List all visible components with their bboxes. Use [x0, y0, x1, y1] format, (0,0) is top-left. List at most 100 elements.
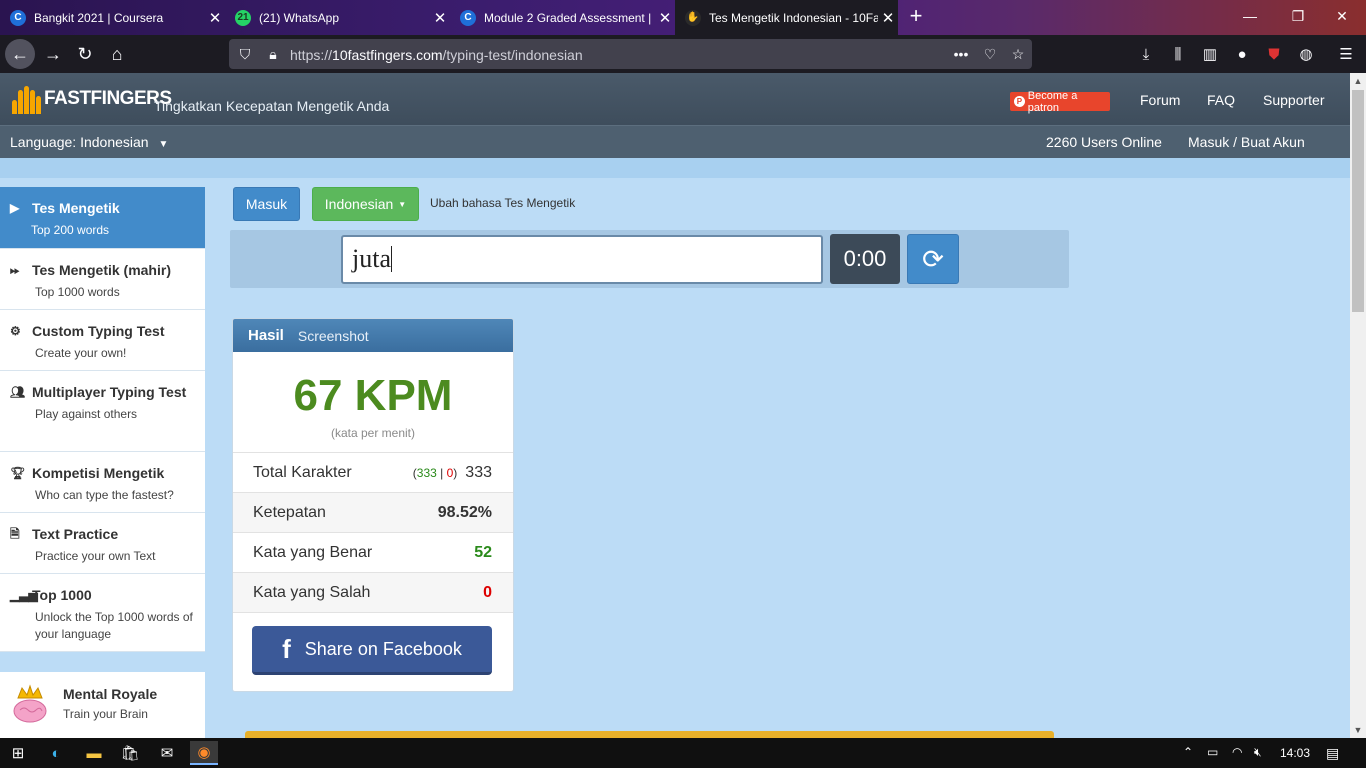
close-window-icon[interactable]: ✕ [1318, 0, 1366, 32]
refresh-icon: ⟳ [922, 243, 944, 274]
table-row: Ketepatan 98.52% [233, 493, 513, 533]
reload-icon[interactable]: ↻ [70, 39, 100, 69]
scroll-down-icon[interactable]: ▼ [1350, 722, 1366, 738]
mail-icon[interactable]: ✉ [153, 741, 181, 765]
login-link[interactable]: Masuk / Buat Akun [1188, 134, 1305, 150]
document-icon: 🗎︎ [10, 527, 20, 541]
text-caret [391, 246, 392, 272]
minimize-icon[interactable]: — [1226, 0, 1274, 32]
play-icon: ▶ [10, 201, 20, 215]
brain-crown-icon [13, 684, 47, 723]
sidebar-item-tes-mengetik[interactable]: ▶ Tes Mengetik Top 200 words [0, 187, 205, 249]
tab-screenshot[interactable]: Screenshot [298, 328, 369, 344]
share-facebook-button[interactable]: f Share on Facebook [252, 626, 492, 675]
tab-module2[interactable]: C Module 2 Graded Assessment | ✕ [450, 0, 675, 35]
nav-supporter[interactable]: Supporter [1263, 92, 1324, 108]
keystroke-breakdown: (333 | 0) [412, 465, 458, 480]
windows-start-icon[interactable]: ⊞ [4, 741, 32, 765]
logo-text: FASTFINGERS [44, 88, 172, 109]
download-icon[interactable]: ⤓ [1135, 43, 1157, 65]
home-icon[interactable]: ⌂ [102, 39, 132, 69]
sub-header: Language: Indonesian ▼ 2260 Users Online… [0, 125, 1350, 158]
shield-icon[interactable]: ⛉ [235, 44, 255, 64]
become-patron-button[interactable]: P Become a patron [1010, 90, 1110, 114]
users-icon: 👥︎ [10, 385, 26, 399]
sidebar: ▶ Tes Mengetik Top 200 words ⏩︎ Tes Menget… [0, 187, 205, 652]
file-explorer-icon[interactable]: ▬ [80, 741, 108, 765]
page-scrollbar[interactable]: ▲ ▼ [1350, 73, 1366, 738]
new-tab-icon[interactable]: + [904, 5, 928, 29]
pocket-icon[interactable]: ♡ [980, 44, 1000, 64]
hand-logo-icon [10, 80, 42, 118]
notification-icon[interactable]: ▤ [1326, 745, 1339, 762]
volume-icon[interactable]: 🔇︎ [1254, 745, 1262, 760]
tab-title: Bangkit 2021 | Coursera [34, 10, 164, 25]
sidebar-item-text-practice[interactable]: 🗎︎ Text Practice Practice your own Text [0, 513, 205, 574]
close-tab-icon[interactable]: ✕ [430, 9, 450, 27]
sidebar-item-top-1000[interactable]: ▁▃▅ Top 1000 Unlock the Top 1000 words of… [0, 574, 205, 652]
back-icon[interactable]: ← [5, 39, 35, 69]
tab-title: Tes Mengetik Indonesian - 10Fa [709, 10, 878, 25]
gears-icon: ⚙ [10, 324, 21, 338]
patreon-icon: P [1014, 96, 1025, 107]
battery-icon[interactable]: ▭ [1207, 745, 1218, 759]
forward-icon[interactable]: → [38, 39, 68, 69]
url-text: https://10fastfingers.com/typing-test/in… [290, 47, 583, 63]
fast-forward-icon: ⏩︎ [10, 263, 20, 277]
wifi-icon[interactable]: ◠ [1232, 745, 1242, 759]
language-dropdown-button[interactable]: Indonesian ▼ [312, 187, 419, 221]
browser-toolbar: ← → ↻ ⌂ ⛉ 🔒︎ https://10fastfingers.com/t… [0, 35, 1366, 73]
sidebar-item-kompetisi[interactable]: 🏆︎ Kompetisi Mengetik Who can type the fa… [0, 452, 205, 513]
mental-royale-promo[interactable]: Mental Royale Train your Brain [0, 672, 205, 742]
timer: 0:00 [830, 234, 900, 284]
nav-forum[interactable]: Forum [1140, 92, 1180, 108]
table-row: Total Karakter (333 | 0) 333 [233, 453, 513, 493]
account-icon[interactable]: ● [1231, 43, 1253, 65]
edge-icon[interactable]: ◐ [42, 741, 70, 765]
tab-whatsapp[interactable]: 21 (21) WhatsApp ✕ [225, 0, 450, 35]
restart-button[interactable]: ⟳ [907, 234, 959, 284]
sidebar-item-multiplayer[interactable]: 👥︎ Multiplayer Typing Test Play against o… [0, 371, 205, 452]
logo[interactable]: FASTFINGERS [10, 79, 172, 119]
bookmark-star-icon[interactable]: ☆ [1008, 44, 1028, 64]
sidebar-icon[interactable]: ▥ [1199, 43, 1221, 65]
sidebar-item-custom-test[interactable]: ⚙ Custom Typing Test Create your own! [0, 310, 205, 371]
tab-10fastfingers[interactable]: ✋ Tes Mengetik Indonesian - 10Fa ✕ [675, 0, 898, 35]
restore-icon[interactable]: ❐ [1274, 0, 1322, 32]
promo-sub: Train your Brain [63, 707, 148, 721]
clock[interactable]: 14:03 [1280, 746, 1310, 760]
close-tab-icon[interactable]: ✕ [205, 9, 225, 27]
login-button[interactable]: Masuk [233, 187, 300, 221]
ublock-icon[interactable]: ⛊ [1263, 43, 1285, 65]
windows-taskbar: ⊞ ◐ ▬ 🛍︎ ✉ ◉ ⌃ ▭ ◠ 🔇︎ 14:03 ▤ [0, 738, 1366, 768]
scroll-thumb[interactable] [1352, 90, 1364, 312]
more-actions-icon[interactable]: ••• [951, 44, 971, 64]
scroll-up-icon[interactable]: ▲ [1350, 73, 1366, 89]
tab-hasil[interactable]: Hasil [248, 327, 284, 344]
tab-title: (21) WhatsApp [259, 10, 340, 25]
store-icon[interactable]: 🛍︎ [116, 741, 144, 765]
lock-icon[interactable]: 🔒︎ [263, 44, 283, 64]
menu-icon[interactable]: ☰ [1335, 43, 1357, 65]
nav-faq[interactable]: FAQ [1207, 92, 1235, 108]
chevron-down-icon: ▼ [158, 139, 169, 150]
users-online: 2260 Users Online [1046, 134, 1162, 150]
firefox-icon[interactable]: ◉ [190, 741, 218, 765]
tagline: Tingkatkan Kecepatan Mengetik Anda [154, 98, 390, 114]
tab-coursera[interactable]: C Bangkit 2021 | Coursera ✕ [0, 0, 225, 35]
table-row: Kata yang Salah 0 [233, 573, 513, 613]
header-stripe [0, 158, 1350, 178]
typing-input[interactable]: juta [341, 235, 823, 284]
facebook-icon: f [282, 633, 291, 664]
sidebar-item-tes-mahir[interactable]: ⏩︎ Tes Mengetik (mahir) Top 1000 words [0, 249, 205, 310]
language-selector[interactable]: Language: Indonesian ▼ [10, 134, 168, 150]
result-tabs: Hasil Screenshot [233, 319, 513, 352]
close-tab-icon[interactable]: ✕ [878, 9, 898, 27]
globe-icon[interactable]: ◍ [1295, 43, 1317, 65]
url-bar[interactable]: ⛉ 🔒︎ https://10fastfingers.com/typing-te… [229, 39, 1032, 69]
table-row: Kata yang Benar 52 [233, 533, 513, 573]
chevron-up-icon[interactable]: ⌃ [1183, 745, 1193, 759]
close-tab-icon[interactable]: ✕ [655, 9, 675, 27]
caret-down-icon: ▼ [398, 199, 407, 209]
library-icon[interactable]: ⫼ [1167, 43, 1189, 65]
